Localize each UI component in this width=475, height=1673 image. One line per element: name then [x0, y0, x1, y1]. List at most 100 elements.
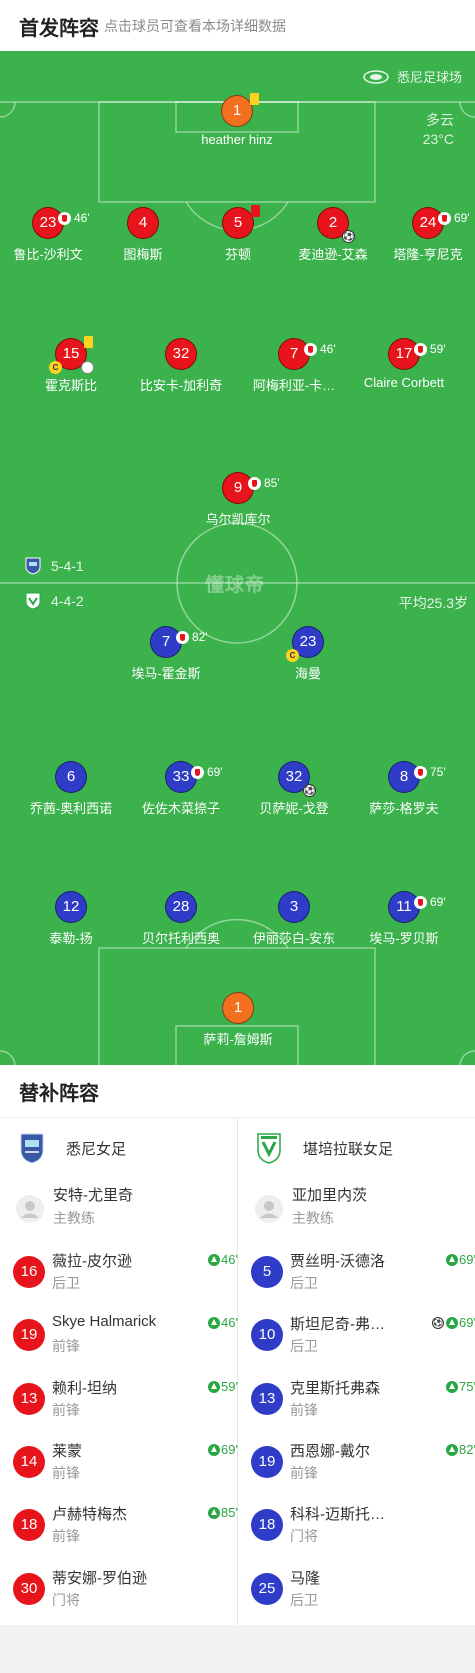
red-card-icon	[251, 205, 260, 217]
sub-off-badge: 59'	[414, 334, 446, 364]
away-player[interactable]: 28 贝尔托利西奥	[121, 891, 241, 947]
home-crest-icon	[25, 557, 41, 575]
avatar-placeholder-icon	[16, 1195, 44, 1223]
player-number: 15 C	[49, 336, 94, 374]
sub-player-row[interactable]: 19 Skye Halmarick 前锋 46'	[13, 1313, 238, 1363]
player-name: 乌尔凯库尔	[205, 512, 271, 527]
home-coach[interactable]: 安特-尤里奇 主教练	[16, 1184, 226, 1234]
player-number: 10	[251, 1319, 283, 1351]
sub-player-row[interactable]: 10 斯坦尼奇-弗… 后卫 ⚽ 69'	[251, 1313, 475, 1363]
away-player[interactable]: 32 ⚽ 贝萨妮-戈登	[234, 761, 354, 817]
away-player[interactable]: 23 C 海曼	[248, 626, 368, 682]
player-position: 后卫	[290, 1275, 318, 1291]
player-name: 塔隆-亨尼克	[393, 247, 463, 262]
away-crest-icon	[257, 1133, 281, 1164]
home-player[interactable]: 7 46' 阿梅利亚-卡…	[234, 338, 354, 394]
player-name: heather hinz	[201, 132, 273, 147]
captain-icon: C	[49, 361, 62, 374]
sub-off-badge: 69'	[438, 203, 470, 233]
player-name: Claire Corbett	[363, 375, 445, 390]
sub-player-row[interactable]: 18 卢赫特梅杰 前锋 85'	[13, 1503, 238, 1553]
player-number: 8 75'	[388, 761, 446, 793]
sub-off-icon	[248, 476, 261, 490]
player-name: 泰勒-扬	[49, 931, 93, 946]
home-team-header[interactable]: 悉尼女足	[19, 1132, 126, 1164]
player-position: 前锋	[52, 1402, 80, 1418]
player-number: 30	[13, 1573, 45, 1605]
player-number: 9 85'	[222, 472, 280, 504]
sub-off-icon	[304, 342, 317, 356]
away-formation: 4-4-2	[25, 592, 84, 610]
sub-in-arrow-icon	[446, 1380, 459, 1393]
home-player[interactable]: 1 heather hinz	[177, 93, 297, 147]
player-number: 7 46'	[278, 338, 336, 370]
yellow-card-icon	[84, 336, 93, 348]
sub-player-row[interactable]: 16 薇拉-皮尔逊 后卫 46'	[13, 1250, 238, 1300]
away-player[interactable]: 6 乔茜-奥利西诺	[11, 761, 131, 817]
sub-in-arrow-icon	[208, 1253, 221, 1266]
player-position: 门将	[52, 1592, 80, 1608]
player-number: 16	[13, 1256, 45, 1288]
away-player[interactable]: 33 69' 佐佐木菜捺子	[121, 761, 241, 817]
away-player[interactable]: 7 82' 埃马-霍金斯	[106, 626, 226, 682]
player-name: 贾丝明-沃德洛	[290, 1253, 385, 1270]
sub-player-row[interactable]: 19 西恩娜-戴尔 前锋 82'	[251, 1440, 475, 1490]
sub-in-time: 46'	[208, 1252, 238, 1267]
sub-player-row[interactable]: 13 克里斯托弗森 前锋 75'	[251, 1377, 475, 1427]
home-player[interactable]: 9 85' 乌尔凯库尔	[178, 472, 298, 528]
player-number: 17 59'	[388, 338, 446, 370]
substitutes-section: 替补阵容 悉尼女足 安特-尤里奇 主教练 16 薇拉-皮尔逊 后卫 46' 19…	[0, 1065, 475, 1625]
sub-player-row[interactable]: 25 马隆 后卫	[251, 1567, 475, 1617]
sub-player-row[interactable]: 18 科科-迈斯托… 门将	[251, 1503, 475, 1553]
home-player[interactable]: 32 比安卡-加利奇	[121, 338, 241, 394]
sub-player-row[interactable]: 14 莱蒙 前锋 69'	[13, 1440, 238, 1490]
player-name: 贝萨妮-戈登	[259, 801, 329, 816]
away-team-header[interactable]: 堪培拉联女足	[256, 1132, 393, 1164]
yellow-card-icon	[250, 93, 259, 105]
player-number: 28	[165, 891, 197, 923]
player-number: 18	[251, 1509, 283, 1541]
sub-in-time: 75'	[446, 1379, 475, 1394]
away-player[interactable]: 11 69' 埃马-罗贝斯	[344, 891, 464, 947]
player-number: 23 46'	[32, 207, 90, 239]
sub-off-badge: 75'	[414, 757, 446, 787]
home-player[interactable]: 15 C 霍克斯比	[11, 336, 131, 394]
sub-off-badge: 69'	[191, 757, 223, 787]
weather-info: 多云 23°C	[423, 111, 454, 149]
coach-role: 主教练	[292, 1210, 334, 1226]
player-number: 11 69'	[388, 891, 446, 923]
weather-text: 多云	[426, 112, 454, 128]
sub-in-arrow-icon	[446, 1253, 459, 1266]
player-name: 伊丽莎白-安东	[252, 931, 336, 946]
sub-off-icon	[414, 895, 427, 909]
sub-off-icon	[191, 765, 204, 779]
watermark: 懂球帝	[205, 575, 266, 596]
home-team-name: 悉尼女足	[66, 1140, 127, 1158]
sub-player-row[interactable]: 5 贾丝明-沃德洛 后卫 69'	[251, 1250, 475, 1300]
player-number: 32 ⚽	[278, 761, 316, 797]
home-player[interactable]: 17 59' Claire Corbett	[344, 338, 464, 390]
sub-player-row[interactable]: 30 蒂安娜-罗伯逊 门将	[13, 1567, 238, 1617]
away-player[interactable]: 1 萨莉-詹姆斯	[178, 992, 298, 1048]
sub-player-row[interactable]: 13 赖利-坦纳 前锋 59'	[13, 1377, 238, 1427]
away-player[interactable]: 12 泰勒-扬	[11, 891, 131, 947]
away-player[interactable]: 3 伊丽莎白-安东	[234, 891, 354, 947]
goal-ball-icon: ⚽	[342, 230, 355, 243]
player-name: 霍克斯比	[44, 378, 97, 393]
player-number: 18	[13, 1509, 45, 1541]
home-formation-text: 5-4-1	[51, 558, 84, 574]
home-formation: 5-4-1	[25, 557, 84, 575]
player-name: 卢赫特梅杰	[52, 1506, 128, 1523]
player-number: 25	[251, 1573, 283, 1605]
away-player[interactable]: 8 75' 萨莎-格罗夫	[344, 761, 464, 817]
player-number: 23 C	[286, 626, 324, 662]
sub-in-time: 69'	[446, 1252, 475, 1267]
home-crest-icon	[20, 1133, 44, 1164]
sub-off-icon	[414, 765, 427, 779]
player-position: 前锋	[52, 1338, 80, 1354]
sub-in-arrow-icon	[446, 1316, 459, 1329]
home-player[interactable]: 24 69' 塔隆-亨尼克	[368, 207, 475, 263]
player-number: 12	[55, 891, 87, 923]
away-coach[interactable]: 亚加里内茨 主教练	[255, 1184, 465, 1234]
player-name: 蒂安娜-罗伯逊	[52, 1570, 147, 1587]
